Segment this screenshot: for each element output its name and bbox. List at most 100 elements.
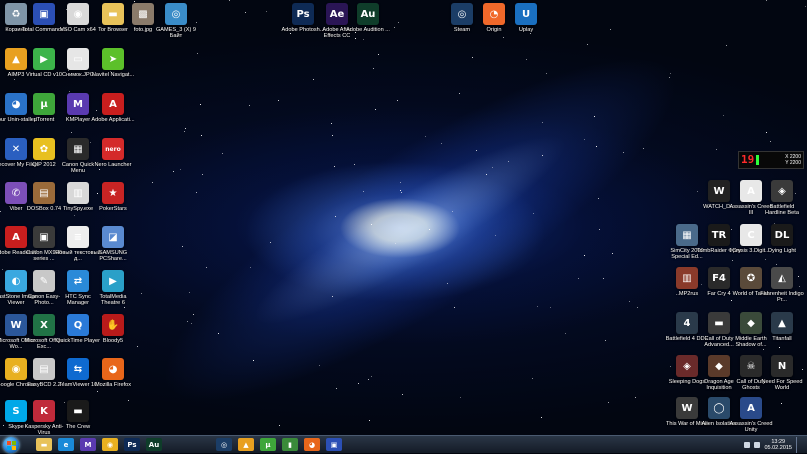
chrome-taskbar-icon[interactable]: ◉: [102, 438, 118, 451]
desktop-icon[interactable]: ✋ Bloody5: [93, 312, 133, 358]
desktop-icon-label: The Crew: [65, 424, 91, 430]
desktop-icon[interactable]: ▭ Снимок.JPG: [58, 46, 98, 92]
star: [332, 296, 333, 297]
desktop-icon[interactable]: DL Dying Light: [762, 222, 802, 268]
star: [319, 365, 320, 366]
star: [182, 246, 183, 247]
ie-icon[interactable]: e: [58, 438, 74, 451]
floppy-disk-icon: ▣: [33, 3, 55, 25]
star: [196, 22, 197, 23]
desktop-icon[interactable]: N Need For Speed World: [761, 353, 803, 399]
desktop-icon[interactable]: M KMPlayer: [58, 91, 98, 137]
star: [270, 242, 271, 243]
equalizer-taskbar-icon[interactable]: ▮: [282, 438, 298, 451]
star: [371, 224, 372, 225]
watch-dogs-icon: W: [708, 180, 730, 202]
star: [441, 143, 442, 144]
star: [197, 53, 198, 54]
star: [229, 0, 230, 1]
star: [495, 235, 496, 236]
hw-monitor-digits: 19: [741, 153, 755, 166]
star: [201, 135, 202, 136]
star: [802, 369, 803, 370]
desktop-icon[interactable]: ▶ TotalMedia Theatre 6: [93, 268, 133, 314]
desktop-icon[interactable]: Q QuickTime Player: [56, 312, 100, 358]
desktop-icon[interactable]: ◈ Battlefield Hardline Beta: [762, 178, 802, 224]
steam-taskbar-icon[interactable]: ◎: [216, 438, 232, 451]
star: [770, 141, 771, 142]
desktop-icon[interactable]: ◕ Mozilla Firefox: [93, 356, 133, 402]
desktop-icon[interactable]: ▥ TinySpy.exe: [58, 180, 98, 226]
star: [546, 73, 547, 74]
star: [452, 211, 453, 212]
tray-volume-icon[interactable]: [754, 442, 761, 448]
kmplayer-taskbar-icon[interactable]: M: [80, 438, 96, 451]
fahrenheit-icon: ◭: [771, 267, 793, 289]
star: [363, 191, 364, 192]
star: [542, 122, 543, 123]
cod-aw-icon: ▬: [708, 312, 730, 334]
tray-network-icon[interactable]: [744, 442, 751, 448]
star: [402, 394, 403, 395]
htc-sync-icon: ⇄: [67, 270, 89, 292]
desktop-icon-label: Adobe Audition ...: [346, 27, 390, 33]
star: [331, 123, 332, 124]
desktop-icon[interactable]: ≡ Новый текстовый д...: [55, 224, 101, 270]
photoshop-taskbar-icon[interactable]: Ps: [124, 438, 140, 451]
sleeping-dogs-icon: ◈: [676, 355, 698, 377]
star: [537, 306, 538, 307]
show-desktop-button[interactable]: [796, 437, 803, 453]
desktop-icon[interactable]: ⇄ HTC Sync Manager: [58, 268, 98, 314]
desktop-icon[interactable]: ★ PokerStars: [93, 180, 133, 226]
firefox-taskbar-icon[interactable]: ◕: [304, 438, 320, 451]
desktop-icon[interactable]: ⇆ TeamViewer 10: [58, 356, 98, 402]
desktop-icon[interactable]: nero Nero Launcher: [93, 136, 133, 182]
easybcd-icon: ▤: [33, 358, 55, 380]
desktop-icon[interactable]: ◉ VSO Cam x64: [58, 1, 98, 47]
camera-icon: ◉: [67, 3, 89, 25]
desktop-icon[interactable]: ▦ Canon Quick Menu: [58, 136, 98, 182]
star: [612, 253, 613, 254]
utorrent-taskbar-icon[interactable]: µ: [260, 438, 276, 451]
pokerstars-icon: ★: [102, 182, 124, 204]
star: [180, 169, 181, 170]
after-effects-icon: Ae: [326, 3, 348, 25]
desktop-icon[interactable]: ▲ Titanfall: [762, 310, 802, 356]
star: [354, 164, 355, 165]
star: [476, 150, 477, 151]
star: [533, 213, 534, 214]
star: [565, 333, 566, 334]
dragon-age-icon: ◆: [708, 355, 730, 377]
desktop-icon[interactable]: ◪ SAMSUNG PCShare...: [93, 224, 133, 270]
desktop-icon[interactable]: ➤ Navitel Navigat...: [92, 46, 134, 92]
aimp-taskbar-icon[interactable]: ▲: [238, 438, 254, 451]
desktop-icon[interactable]: ◎ GAMES_3 (X) 9 Байт: [156, 1, 196, 47]
audition-taskbar-icon[interactable]: Au: [146, 438, 162, 451]
taskbar: ▬ e M ◉ Ps Au ◎ ▲ µ ▮ ◕ ▣ 13:29 05.02.2015: [0, 435, 807, 453]
star: [189, 292, 190, 293]
floppy-taskbar-icon[interactable]: ▣: [326, 438, 342, 451]
star: [542, 155, 543, 156]
windows-logo-icon: [6, 440, 16, 450]
desktop-icon[interactable]: A Assassin's Creed Unity: [729, 395, 773, 435]
star: [605, 340, 606, 341]
windows-start-icon[interactable]: [3, 437, 19, 453]
star: [378, 54, 379, 55]
desktop-icon[interactable]: Au Adobe Audition ...: [346, 1, 390, 47]
star: [400, 190, 401, 191]
clock[interactable]: 13:29 05.02.2015: [764, 439, 792, 452]
desktop-icon[interactable]: U Uplay: [506, 1, 546, 47]
star: [805, 6, 806, 7]
world-of-tanks-icon: ✪: [740, 267, 762, 289]
star: [726, 45, 727, 46]
desktop-icon[interactable]: A Adobe Applicati...: [91, 91, 135, 137]
crysis-icon: C: [740, 224, 762, 246]
explorer-icon[interactable]: ▬: [36, 438, 52, 451]
star: [373, 68, 374, 69]
star: [781, 403, 782, 404]
desktop-icon-label: Adobe Applicati...: [91, 117, 135, 123]
desktop-icon[interactable]: ◭ Fahrenheit Indigo Pr...: [760, 265, 804, 311]
steam-shortcut-icon: ◎: [165, 3, 187, 25]
desktop-icon[interactable]: ▬ The Crew: [58, 398, 98, 435]
star: [398, 22, 399, 23]
